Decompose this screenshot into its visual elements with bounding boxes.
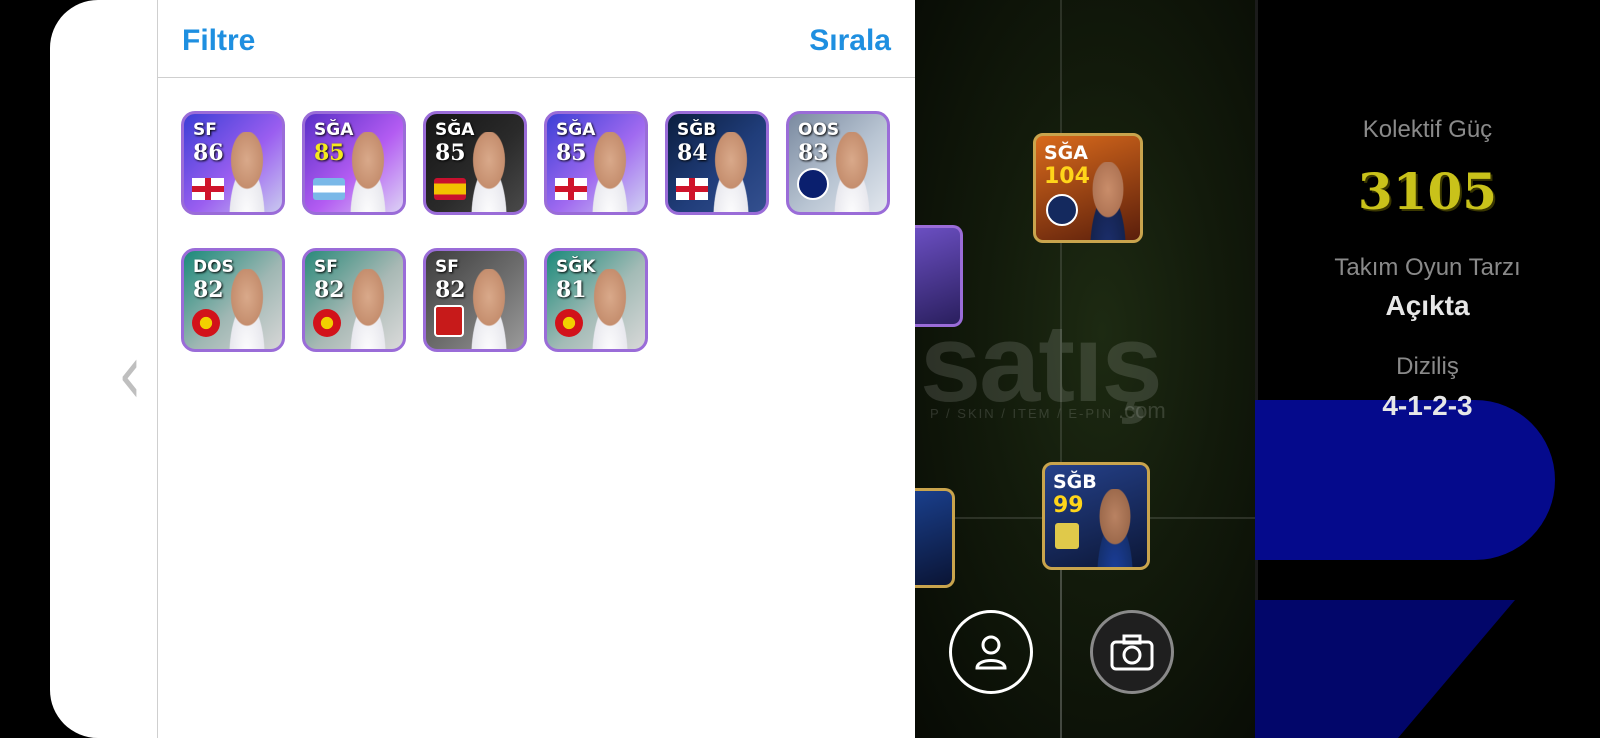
psg-crest-icon [1046, 194, 1078, 226]
sort-button[interactable]: Sırala [809, 24, 891, 58]
card-position: OOS [798, 120, 840, 140]
player-card[interactable]: SĞA 85 [423, 111, 527, 215]
card-rating: 81 [556, 277, 587, 303]
player-card[interactable]: SF 82 [423, 248, 527, 352]
card-rating: 86 [193, 140, 224, 166]
camera-button[interactable] [1090, 610, 1174, 694]
card-rating: 85 [435, 140, 466, 166]
man-utd-crest-icon [313, 309, 341, 337]
card-position: SF [314, 257, 338, 277]
pitch-player-card[interactable]: SĞA 104 [1033, 133, 1143, 243]
player-card[interactable]: SĞA 85 [302, 111, 406, 215]
man-utd-crest-icon [555, 309, 583, 337]
player-photo [823, 132, 881, 212]
card-position: SĞA [435, 120, 475, 140]
card-position: SĞA [314, 120, 354, 140]
watermark-subtitle: P / SKIN / ITEM / E-PIN [930, 406, 1114, 421]
card-rating: 99 [1053, 493, 1084, 518]
player-photo [581, 132, 639, 212]
player-card[interactable]: SĞA 85 [544, 111, 648, 215]
inter-crest-icon [797, 168, 829, 200]
player-card[interactable]: OOS 83 [786, 111, 890, 215]
player-photo [339, 132, 397, 212]
panel-topbar: Filtre Sırala [158, 0, 915, 78]
filter-button[interactable]: Filtre [182, 24, 255, 58]
player-card[interactable]: SF 86 [181, 111, 285, 215]
decorative-blue-pill [1255, 400, 1555, 560]
player-card[interactable]: SĞK 81 [544, 248, 648, 352]
player-photo [339, 269, 397, 349]
profile-button[interactable] [949, 610, 1033, 694]
card-position: SĞA [1044, 142, 1088, 164]
player-photo [581, 269, 639, 349]
card-rating: 83 [798, 140, 829, 166]
card-position: SĞK [556, 257, 596, 277]
argentina-flag-icon [313, 178, 345, 200]
card-position: SF [193, 120, 217, 140]
player-photo [460, 269, 518, 349]
spain-flag-icon [434, 178, 466, 200]
card-rating: 82 [193, 277, 224, 303]
card-rating: 82 [314, 277, 345, 303]
card-rating: 84 [677, 140, 708, 166]
formation-label: Diziliş [1396, 353, 1459, 380]
chevron-left-icon[interactable]: ‹ [118, 326, 142, 424]
player-photo [702, 132, 760, 212]
card-rating: 85 [556, 140, 587, 166]
pitch-player-card-partial[interactable] [913, 225, 963, 327]
card-position: SF [435, 257, 459, 277]
formation-value: 4-1-2-3 [1382, 390, 1473, 421]
player-photo [218, 132, 276, 212]
man-utd-crest-icon [192, 309, 220, 337]
player-card[interactable]: SF 82 [302, 248, 406, 352]
pitch-player-card-partial[interactable] [913, 488, 955, 588]
watermark-domain: .com [1118, 398, 1166, 423]
england-flag-icon [555, 178, 587, 200]
player-photo [1087, 489, 1143, 567]
card-rating: 85 [314, 140, 345, 166]
player-photo [1080, 162, 1136, 240]
club-crest-icon [1055, 523, 1079, 549]
camera-icon [1110, 634, 1154, 671]
card-rating: 82 [435, 277, 466, 303]
player-photo [460, 132, 518, 212]
collective-power-value: 3105 [1357, 162, 1498, 221]
club-crest-icon [434, 305, 464, 337]
player-photo [218, 269, 276, 349]
playstyle-value: Açıkta [1385, 290, 1470, 321]
pitch-player-card[interactable]: SĞB 99 [1042, 462, 1150, 570]
collective-power-label: Kolektif Güç [1362, 116, 1493, 143]
england-flag-icon [192, 178, 224, 200]
player-card[interactable]: SĞB 84 [665, 111, 769, 215]
england-flag-icon [676, 178, 708, 200]
card-position: DOS [193, 257, 234, 277]
person-icon [975, 635, 1007, 670]
player-card[interactable]: DOS 82 [181, 248, 285, 352]
card-position: SĞB [677, 120, 717, 140]
card-position: SĞA [556, 120, 596, 140]
playstyle-label: Takım Oyun Tarzı [1334, 254, 1521, 281]
